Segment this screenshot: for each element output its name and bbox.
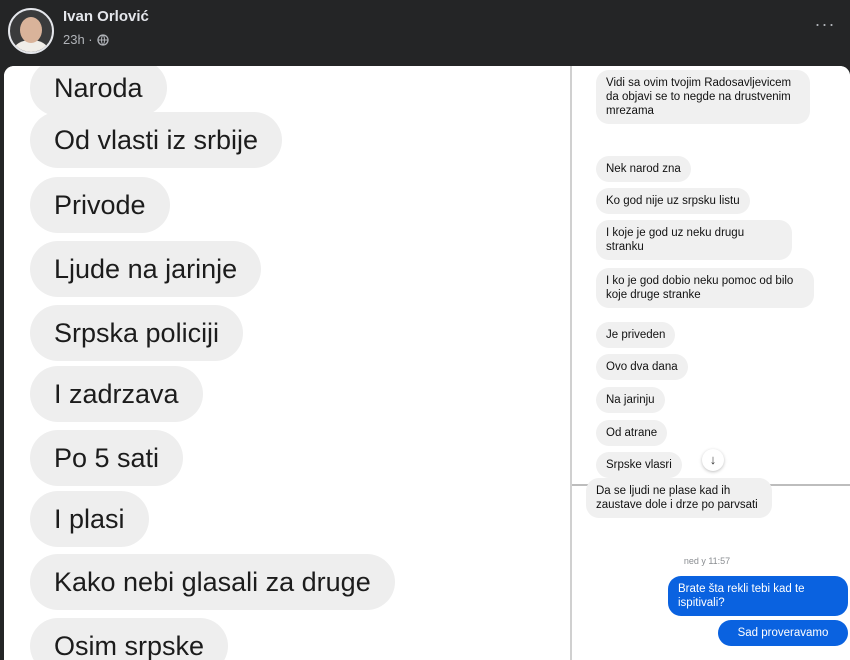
avatar-face — [20, 17, 42, 43]
message-bubble: Srpske vlasri — [596, 452, 682, 478]
message-bubble: Nek narod zna — [596, 156, 691, 182]
message-bubble: Ko god nije uz srpsku listu — [596, 188, 750, 214]
post-image[interactable]: Naroda Od vlasti iz srbije Privode Ljude… — [4, 66, 850, 660]
message-bubble: Osim srpske — [30, 618, 229, 660]
message-bubble: I ko je god dobio neku pomoc od bilo koj… — [596, 268, 814, 308]
sent-message-bubble: Brate šta rekli tebi kad te ispitivali? — [668, 576, 848, 616]
right-bottom-chat-panel: Da se ljudi ne plase kad ih zaustave dol… — [572, 478, 850, 660]
more-options-button[interactable]: ··· — [810, 14, 840, 38]
message-bubble: I koje je god uz neku drugu stranku — [596, 220, 792, 260]
message-bubble: Od atrane — [596, 420, 668, 446]
post-header: Ivan Orlović 23h · ··· — [0, 0, 850, 62]
right-chat-panel: Vidi sa ovim tvojim Radosavljevicem da o… — [572, 66, 850, 484]
message-bubble: Kako nebi glasali za druge — [30, 554, 395, 610]
message-bubble: Srpska policiji — [30, 305, 244, 361]
message-bubble: Je priveden — [596, 322, 676, 348]
message-bubble: Na jarinju — [596, 387, 665, 413]
message-bubble: Ljude na jarinje — [30, 241, 262, 297]
message-bubble: Naroda — [30, 66, 167, 116]
left-chat-panel: Naroda Od vlasti iz srbije Privode Ljude… — [4, 66, 570, 660]
message-bubble: I zadrzava — [30, 366, 203, 422]
message-bubble: Od vlasti iz srbije — [30, 112, 283, 168]
scroll-down-icon[interactable]: ↓ — [702, 449, 724, 471]
message-timestamp: ned y 11:57 — [683, 556, 731, 566]
message-bubble: I plasi — [30, 491, 149, 547]
sent-message-bubble: Sad proveravamo — [718, 620, 848, 646]
post-meta: 23h · — [63, 32, 109, 47]
message-bubble: Vidi sa ovim tvojim Radosavljevicem da o… — [596, 70, 810, 124]
post-time[interactable]: 23h · — [63, 32, 93, 47]
message-bubble: Da se ljudi ne plase kad ih zaustave dol… — [586, 478, 772, 518]
message-bubble: Ovo dva dana — [596, 354, 688, 380]
globe-icon — [96, 33, 109, 46]
message-bubble: Po 5 sati — [30, 430, 184, 486]
avatar[interactable] — [8, 8, 54, 54]
message-bubble: Privode — [30, 177, 170, 233]
author-name[interactable]: Ivan Orlović — [63, 8, 149, 25]
